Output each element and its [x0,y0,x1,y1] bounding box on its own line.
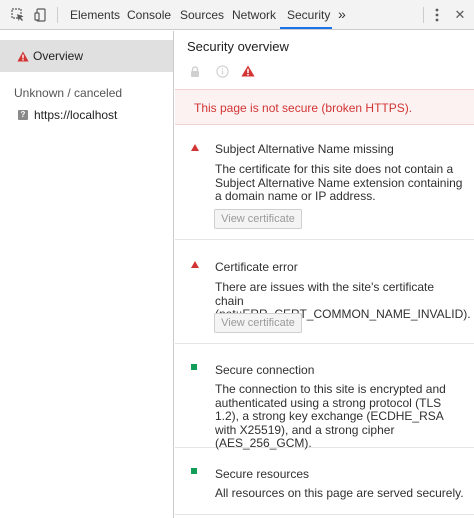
explanation-description: All resources on this page are served se… [215,486,464,500]
insecure-triangle-icon [191,144,201,154]
explanation-title: Certificate error [215,260,298,274]
unknown-origin-icon: ? [18,110,28,120]
security-sidebar: Overview Unknown / canceled ? https://lo… [0,31,174,518]
explanation-secure-resources: Secure resources All resources on this p… [175,449,474,515]
explanation-san-missing: Subject Alternative Name missing The cer… [175,126,474,240]
security-summary-banner: This page is not secure (broken HTTPS). [175,89,474,125]
warning-icon [17,51,29,62]
secure-square-icon [191,364,201,374]
explanation-certificate-error: Certificate error There are issues with … [175,241,474,344]
explanation-secure-connection: Secure connection The connection to this… [175,345,474,450]
security-state-icons [175,63,474,81]
sidebar-item-origin-label: https://localhost [34,108,118,122]
insecure-warning-icon [240,63,256,79]
sidebar-item-overview-label: Overview [33,49,84,63]
explanation-description: The certificate for this site does not c… [215,162,463,203]
security-summary-text: This page is not secure (broken HTTPS). [194,101,413,115]
toolbar-divider [423,7,424,23]
toolbar-divider [57,7,58,23]
tab-security[interactable]: Security [287,0,330,30]
inspect-element-icon[interactable] [8,0,28,30]
tab-network[interactable]: Network [232,0,276,30]
explanation-title: Secure resources [215,467,310,481]
sidebar-item-overview[interactable]: Overview [0,40,173,72]
view-certificate-button[interactable]: View certificate [214,209,302,229]
origin-group-title: Unknown / canceled [14,86,123,100]
security-overview-panel: Security overview This page is not secur… [175,31,474,518]
explanation-title: Secure connection [215,363,315,377]
tab-sources[interactable]: Sources [180,0,224,30]
explanation-description: The connection to this site is encrypted… [215,382,446,450]
more-tabs-button[interactable]: » [338,0,346,30]
info-icon [214,63,230,79]
view-certificate-button[interactable]: View certificate [214,313,302,333]
kebab-menu-icon[interactable] [428,0,446,30]
tab-elements[interactable]: Elements [70,0,120,30]
lock-icon [187,63,203,79]
secure-square-icon [191,468,201,478]
explanation-title: Subject Alternative Name missing [215,142,394,156]
page-title: Security overview [187,39,289,54]
sidebar-item-origin[interactable]: ? https://localhost [18,106,117,124]
close-button[interactable]: ✕ [451,0,469,30]
device-toolbar-icon[interactable] [31,0,51,30]
insecure-triangle-icon [191,261,201,271]
active-tab-indicator [280,27,332,29]
tab-console[interactable]: Console [127,0,171,30]
devtools-toolbar: Elements Console Sources Network Securit… [0,0,474,30]
